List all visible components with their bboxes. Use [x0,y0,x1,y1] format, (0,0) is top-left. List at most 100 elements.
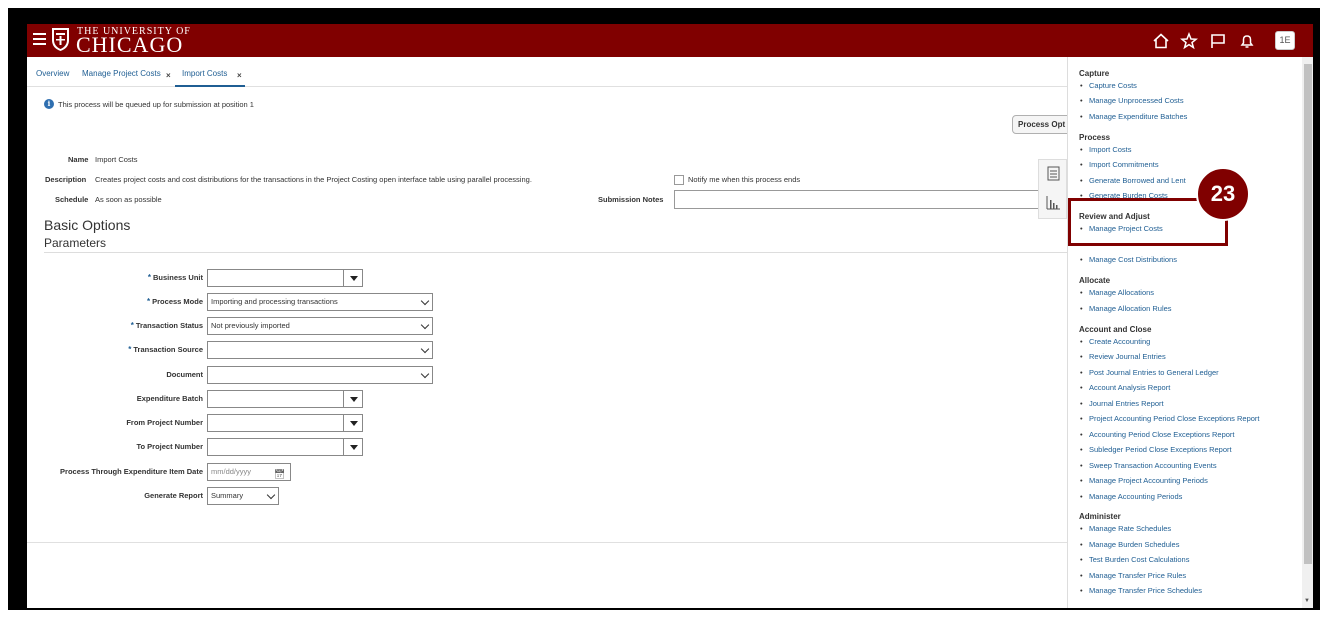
task-link[interactable]: Manage Rate Schedules [1080,524,1171,533]
transaction-status-select[interactable]: Not previously imported [207,317,433,335]
task-link[interactable]: Capture Costs [1080,81,1137,90]
panel-section-capture: Capture [1079,69,1110,78]
document-label: Document [166,370,203,379]
generate-report-select[interactable]: Summary [207,487,279,505]
screenshot-frame: THE UNIVERSITY OF CHICAGO 1E Overview Ma… [8,8,1320,610]
basic-options-heading: Basic Options [44,217,131,233]
required-marker: * [130,321,134,330]
task-link[interactable]: Accounting Period Close Exceptions Repor… [1080,430,1234,439]
from-project-number-label: From Project Number [126,418,203,427]
task-link[interactable]: Manage Unprocessed Costs [1080,96,1184,105]
chevron-down-icon[interactable] [266,490,276,500]
dropdown-arrow-icon[interactable] [343,391,362,407]
chevron-down-icon[interactable] [420,344,430,354]
tab-overview[interactable]: Overview [36,69,69,78]
dropdown-arrow-icon[interactable] [343,415,362,431]
task-link[interactable]: Manage Transfer Price Rules [1080,571,1186,580]
user-avatar[interactable]: 1E [1275,31,1295,50]
menu-icon[interactable] [33,33,46,45]
task-link[interactable]: Manage Allocation Rules [1080,304,1172,313]
document-select[interactable] [207,366,433,384]
to-project-number-label: To Project Number [136,442,203,451]
submission-notes-label: Submission Notes [598,195,664,204]
task-link[interactable]: Test Burden Cost Calculations [1080,555,1190,564]
task-link[interactable]: Manage Project Accounting Periods [1080,476,1208,485]
from-project-number-select[interactable] [207,414,363,432]
task-link[interactable]: Create Accounting [1080,337,1150,346]
tab-manage-project-costs[interactable]: Manage Project Costs [82,69,161,78]
notify-label: Notify me when this process ends [688,175,801,184]
process-through-date-input[interactable]: mm/dd/yyyy 📅︎ [207,463,291,481]
expenditure-batch-label: Expenditure Batch [136,394,203,403]
process-options-button[interactable]: Process Opt [1012,115,1072,134]
close-tab-manage-project-costs-icon[interactable]: × [166,71,171,80]
chevron-down-icon[interactable] [420,296,430,306]
panel-section-account-and-close: Account and Close [1079,325,1152,334]
task-link[interactable]: Import Costs [1080,145,1131,154]
to-project-number-select[interactable] [207,438,363,456]
parameters-heading: Parameters [44,236,107,250]
panel-section-allocate: Allocate [1079,276,1111,285]
tasks-panel: Capture Capture Costs Manage Unprocessed… [1067,57,1313,608]
university-name-big: CHICAGO [76,32,184,57]
required-marker: * [147,297,151,306]
panel-section-process: Process [1079,133,1111,142]
queue-message: This process will be queued up for submi… [58,100,254,109]
business-unit-select[interactable] [207,269,363,287]
task-link[interactable]: Manage Allocations [1080,288,1154,297]
task-link[interactable]: Manage Expenditure Batches [1080,112,1187,121]
chevron-down-icon[interactable] [420,369,430,379]
task-link[interactable]: Subledger Period Close Exceptions Report [1080,445,1232,454]
tab-bar: Overview Manage Project Costs × Import C… [27,57,1067,87]
flag-icon[interactable] [1209,32,1227,50]
task-link[interactable]: Account Analysis Report [1080,383,1170,392]
required-marker: * [128,345,132,354]
app-screen: THE UNIVERSITY OF CHICAGO 1E Overview Ma… [27,24,1313,608]
business-unit-label: * Business Unit [147,273,203,282]
home-icon[interactable] [1152,32,1170,50]
task-link[interactable]: Manage Accounting Periods [1080,492,1182,501]
transaction-source-select[interactable] [207,341,433,359]
dropdown-arrow-icon[interactable] [343,270,362,286]
dropdown-arrow-icon[interactable] [343,439,362,455]
scrollbar-thumb[interactable] [1304,64,1312,564]
close-tab-import-costs-icon[interactable]: × [237,71,242,80]
task-link[interactable]: Manage Burden Schedules [1080,540,1180,549]
task-link[interactable]: Import Commitments [1080,160,1159,169]
process-through-date-label: Process Through Expenditure Item Date [60,467,203,476]
name-label: Name [68,155,89,164]
panel-section-administer: Administer [1079,512,1121,521]
active-tab-indicator [175,85,245,87]
task-link[interactable]: Generate Borrowed and Lent [1080,176,1186,185]
calendar-icon[interactable]: 📅︎ [274,466,285,482]
generate-report-label: Generate Report [144,491,203,500]
process-mode-label: * Process Mode [147,297,203,306]
step-number-badge: 23 [1196,167,1250,221]
task-link[interactable]: Manage Cost Distributions [1080,255,1177,264]
bell-icon[interactable] [1238,32,1256,50]
submission-notes-input[interactable] [674,190,1069,209]
university-crest-icon [52,28,69,51]
task-link[interactable]: Sweep Transaction Accounting Events [1080,461,1217,470]
expenditure-batch-select[interactable] [207,390,363,408]
task-link[interactable]: Post Journal Entries to General Ledger [1080,368,1219,377]
star-icon[interactable] [1180,32,1198,50]
task-link[interactable]: Review Journal Entries [1080,352,1166,361]
task-link[interactable]: Journal Entries Report [1080,399,1164,408]
content-bottom-divider [27,542,1067,543]
bar-chart-icon[interactable] [1046,195,1061,210]
info-icon: i [44,99,54,109]
document-icon[interactable] [1047,166,1060,181]
tab-import-costs[interactable]: Import Costs [182,69,227,78]
schedule-label: Schedule [55,195,89,204]
task-link[interactable]: Manage Transfer Price Schedules [1080,586,1202,595]
chevron-down-icon[interactable] [420,320,430,330]
description-label: Description [45,175,87,184]
task-link[interactable]: Project Accounting Period Close Exceptio… [1080,414,1259,423]
scroll-down-arrow-icon[interactable]: ▼ [1304,598,1310,604]
required-marker: * [147,273,151,282]
section-divider [44,252,1067,253]
notify-checkbox[interactable] [674,175,684,185]
process-mode-select[interactable]: Importing and processing transactions [207,293,433,311]
global-header: THE UNIVERSITY OF CHICAGO 1E [27,24,1313,57]
